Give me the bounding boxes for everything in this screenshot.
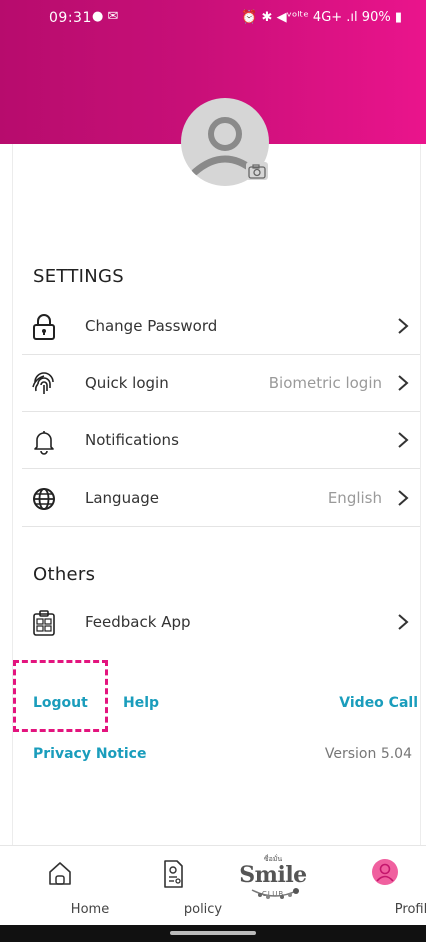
notifications-label: Notifications — [85, 431, 179, 449]
globe-icon — [33, 488, 55, 510]
nav-profile-label: Profile — [394, 902, 426, 917]
clipboard-icon — [33, 610, 55, 636]
profile-icon — [372, 859, 398, 885]
gesture-bar — [0, 925, 426, 942]
privacy-notice-link[interactable]: Privacy Notice — [33, 746, 146, 762]
chevron-right-icon — [398, 614, 409, 630]
nav-home-label: Home — [70, 902, 110, 917]
logout-link[interactable]: Logout — [33, 695, 88, 711]
status-bar: 09:31 ● ✉ ⏰ ✱ ◀ᵛᵒˡᵗᵉ 4G+ .ıl 90% ▮ — [0, 0, 426, 38]
settings-item-notifications[interactable]: Notifications — [22, 413, 420, 469]
settings-title: SETTINGS — [33, 266, 125, 287]
others-title: Others — [33, 564, 96, 585]
home-icon — [49, 862, 71, 885]
language-value: English — [327, 489, 382, 507]
smile-club-logo: Smile — [239, 862, 307, 888]
chevron-right-icon — [398, 375, 409, 391]
chevron-right-icon — [398, 432, 409, 448]
smile-club-garland-icon — [251, 888, 299, 899]
nav-profile[interactable]: Profile — [355, 846, 426, 926]
home-gesture-handle[interactable] — [170, 931, 256, 935]
quick-login-label: Quick login — [85, 374, 169, 392]
app-version: Version 5.04 — [324, 746, 412, 762]
chevron-right-icon — [398, 490, 409, 506]
settings-item-quick-login[interactable]: Quick login Biometric login — [22, 356, 420, 412]
status-left-icons: ● ✉ — [92, 9, 119, 24]
status-time: 09:31 — [49, 10, 92, 26]
fingerprint-icon — [32, 372, 54, 394]
quick-login-value: Biometric login — [268, 374, 382, 392]
nav-smile-club[interactable]: ซื่อมั่น Smile CLUB — [238, 846, 308, 926]
language-label: Language — [85, 489, 160, 507]
settings-item-language[interactable]: Language English — [22, 471, 420, 527]
feedback-app-label: Feedback App — [85, 613, 191, 631]
status-right: ⏰ ✱ ◀ᵛᵒˡᵗᵉ 4G+ .ıl 90% ▮ — [241, 10, 402, 25]
bottom-nav: Home policy ซื่อมั่น Smile CLUB Profile — [0, 845, 426, 925]
nav-policy-label: policy — [183, 902, 223, 917]
nav-policy[interactable]: policy — [143, 846, 222, 926]
battery-percent: 90% — [361, 10, 391, 25]
change-password-label: Change Password — [85, 317, 218, 335]
lock-icon — [33, 314, 55, 340]
video-call-link[interactable]: Video Call — [339, 695, 418, 711]
battery-icon: ▮ — [394, 10, 402, 25]
others-item-feedback-app[interactable]: Feedback App — [22, 595, 420, 651]
bell-icon — [34, 431, 54, 455]
nav-home[interactable]: Home — [30, 846, 109, 926]
status-right-icons: ⏰ ✱ ◀ᵛᵒˡᵗᵉ 4G+ .ıl — [241, 10, 358, 25]
policy-document-icon — [164, 860, 183, 888]
help-link[interactable]: Help — [123, 695, 159, 711]
camera-icon[interactable] — [246, 162, 268, 180]
settings-item-change-password[interactable]: Change Password — [22, 299, 420, 355]
chevron-right-icon — [398, 318, 409, 334]
